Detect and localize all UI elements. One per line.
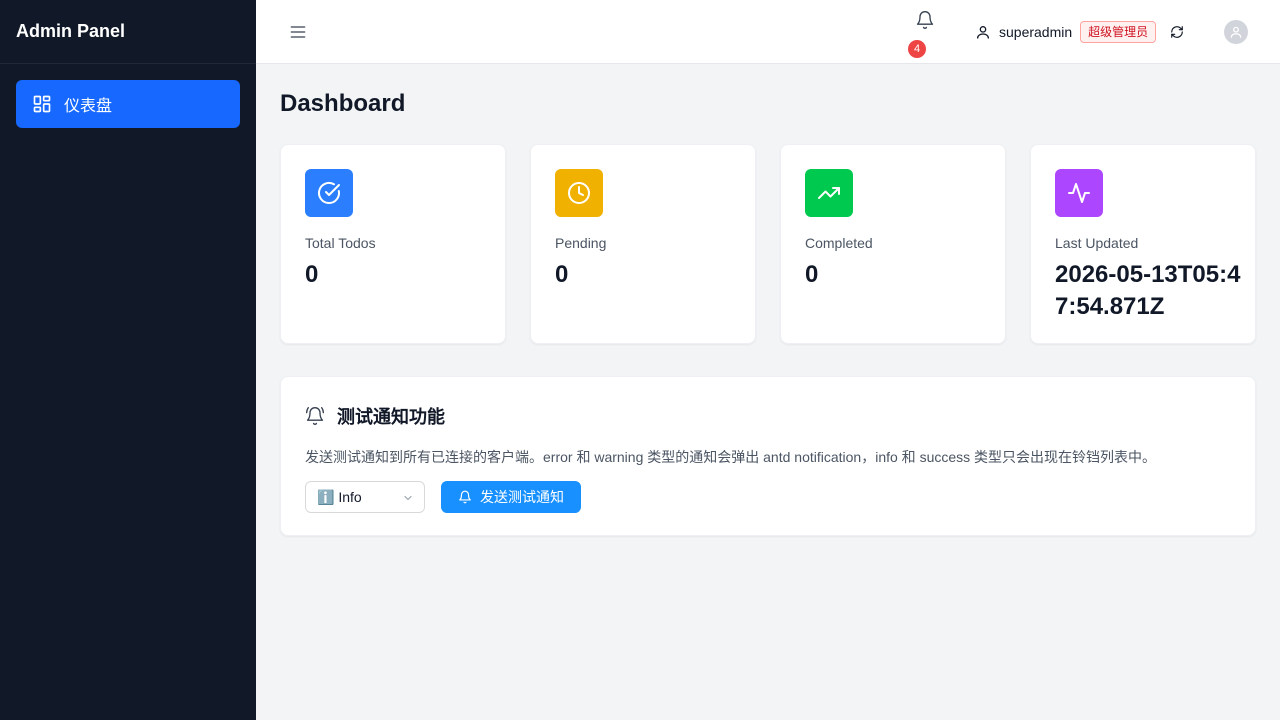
notification-test-panel: 测试通知功能 发送测试通知到所有已连接的客户端。error 和 warning … bbox=[280, 376, 1256, 536]
bell-icon bbox=[458, 490, 472, 504]
stat-value: 0 bbox=[555, 261, 569, 288]
brand-title: Admin Panel bbox=[0, 0, 256, 64]
panel-description: 发送测试通知到所有已连接的客户端。error 和 warning 类型的通知会弹… bbox=[305, 449, 1157, 465]
stat-label: Last Updated bbox=[1055, 235, 1139, 251]
stat-card-pending: Pending 0 bbox=[530, 144, 756, 344]
page-title: Dashboard bbox=[280, 90, 406, 117]
stat-label: Completed bbox=[805, 235, 873, 251]
menu-toggle-icon[interactable] bbox=[288, 22, 308, 42]
notification-bell-icon[interactable] bbox=[915, 10, 935, 30]
avatar[interactable] bbox=[1224, 20, 1248, 44]
notification-type-select[interactable]: ℹ️ Info bbox=[305, 481, 425, 513]
activity-icon bbox=[1055, 169, 1103, 217]
clock-icon bbox=[555, 169, 603, 217]
user-info[interactable]: superadmin 超级管理员 bbox=[975, 20, 1157, 44]
sidebar-item-dashboard[interactable]: 仪表盘 bbox=[16, 80, 240, 128]
stat-label: Pending bbox=[555, 235, 607, 251]
check-circle-icon bbox=[305, 169, 353, 217]
stat-value: 0 bbox=[305, 261, 319, 288]
chevron-down-icon bbox=[402, 492, 414, 504]
user-icon bbox=[975, 24, 991, 40]
stat-value: 2026-05-13T05:47:54.871Z bbox=[1055, 261, 1241, 320]
sidebar-item-label: 仪表盘 bbox=[64, 98, 113, 115]
stat-label: Total Todos bbox=[305, 235, 376, 251]
role-badge: 超级管理员 bbox=[1080, 21, 1157, 43]
stat-card-last-updated: Last Updated 2026-05-13T05:47:54.871Z bbox=[1030, 144, 1256, 344]
refresh-icon[interactable] bbox=[1170, 25, 1184, 39]
sidebar: Admin Panel 仪表盘 bbox=[0, 0, 256, 720]
select-value: ℹ️ Info bbox=[317, 488, 362, 505]
top-header: 4 superadmin 超级管理员 bbox=[256, 0, 1280, 64]
panel-header: 测试通知功能 bbox=[305, 403, 445, 429]
send-test-notification-button[interactable]: 发送测试通知 bbox=[441, 481, 581, 513]
bell-ring-icon bbox=[305, 406, 325, 426]
dashboard-grid-icon bbox=[32, 94, 52, 114]
notification-badge: 4 bbox=[908, 40, 926, 58]
username: superadmin bbox=[999, 24, 1073, 40]
trending-up-icon bbox=[805, 169, 853, 217]
stat-value: 0 bbox=[805, 261, 819, 288]
send-button-label: 发送测试通知 bbox=[480, 489, 564, 505]
stat-card-total-todos: Total Todos 0 bbox=[280, 144, 506, 344]
panel-title: 测试通知功能 bbox=[337, 407, 445, 427]
stat-card-completed: Completed 0 bbox=[780, 144, 1006, 344]
